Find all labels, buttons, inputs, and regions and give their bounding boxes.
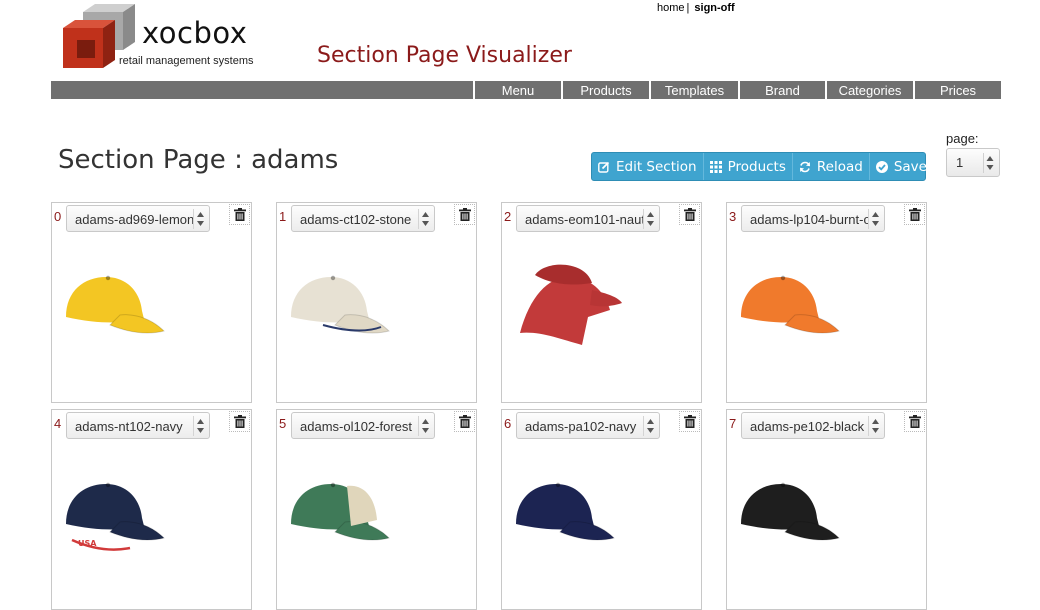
- updown-arrows-icon: [643, 209, 654, 229]
- product-cell: 0 adams-ad969-lemon: [51, 202, 252, 403]
- products-button[interactable]: Products: [702, 153, 792, 180]
- trash-icon: [459, 415, 471, 428]
- edit-icon: [598, 161, 610, 173]
- cap-orange-icon: [741, 275, 840, 334]
- delete-button[interactable]: [454, 411, 475, 432]
- delete-button[interactable]: [904, 204, 925, 225]
- brand-logo[interactable]: xocbox retail management systems: [58, 0, 288, 72]
- cell-index: 0: [54, 209, 62, 224]
- updown-arrows-icon: [418, 209, 429, 229]
- product-select-value: adams-lp104-burnt-orange: [750, 212, 868, 227]
- updown-arrows-icon: [868, 209, 879, 229]
- product-select-value: adams-ad969-lemon: [75, 212, 193, 227]
- cap-stone-icon: [291, 275, 390, 334]
- trash-icon: [684, 415, 696, 428]
- save-label: Save: [893, 158, 927, 175]
- updown-arrows-icon: [983, 153, 994, 173]
- main-nav: Menu Products Templates Brand Categories…: [51, 81, 1001, 99]
- product-cell: 3 adams-lp104-burnt-orange: [726, 202, 927, 403]
- product-select-value: adams-ol102-forest: [300, 419, 412, 434]
- home-link[interactable]: home: [657, 2, 685, 14]
- edit-section-label: Edit Section: [616, 158, 697, 175]
- nav-brand[interactable]: Brand: [738, 81, 825, 99]
- cap-yellow-icon: [66, 275, 165, 334]
- delete-button[interactable]: [454, 204, 475, 225]
- signoff-link[interactable]: sign-off: [694, 2, 734, 14]
- page-select[interactable]: 1: [946, 148, 1000, 177]
- cap-navy-icon: [516, 482, 615, 541]
- products-label: Products: [727, 158, 786, 175]
- trash-icon: [909, 208, 921, 221]
- delete-button[interactable]: [679, 411, 700, 432]
- product-select[interactable]: adams-lp104-burnt-orange: [741, 205, 885, 232]
- nav-templates[interactable]: Templates: [649, 81, 738, 99]
- cap-green-trucker-icon: [291, 482, 390, 541]
- cap-navy-usa-icon: USA: [66, 482, 165, 551]
- trash-icon: [684, 208, 696, 221]
- updown-arrows-icon: [418, 416, 429, 436]
- grid-icon: [709, 160, 722, 173]
- updown-arrows-icon: [643, 416, 654, 436]
- product-select-value: adams-pe102-black: [750, 419, 865, 434]
- reload-button[interactable]: Reload: [791, 153, 869, 180]
- delete-button[interactable]: [679, 204, 700, 225]
- updown-arrows-icon: [193, 209, 204, 229]
- reload-label: Reload: [816, 158, 863, 175]
- refresh-icon: [799, 161, 810, 172]
- svg-text:USA: USA: [78, 539, 97, 548]
- product-cell: 5 adams-ol102-forest: [276, 409, 477, 610]
- section-toolbar: Edit Section Products Reload Save: [591, 152, 927, 181]
- check-circle-icon: [875, 160, 888, 173]
- page-title: Section Page : adams: [58, 145, 339, 175]
- trash-icon: [234, 415, 246, 428]
- product-cell: 1 adams-ct102-stone: [276, 202, 477, 403]
- product-select[interactable]: adams-nt102-navy: [66, 412, 210, 439]
- nav-categories[interactable]: Categories: [825, 81, 913, 99]
- product-select[interactable]: adams-ct102-stone: [291, 205, 435, 232]
- product-cell: 2 adams-eom101-nautical-red: [501, 202, 702, 403]
- brand-tagline: retail management systems: [119, 55, 254, 67]
- product-select-value: adams-nt102-navy: [75, 419, 183, 434]
- trash-icon: [234, 208, 246, 221]
- cap-black-icon: [741, 482, 840, 541]
- app-title: Section Page Visualizer: [317, 43, 572, 68]
- brand-name: xocbox: [142, 16, 248, 50]
- delete-button[interactable]: [904, 411, 925, 432]
- product-select[interactable]: adams-ol102-forest: [291, 412, 435, 439]
- delete-button[interactable]: [229, 204, 250, 225]
- edit-section-button[interactable]: Edit Section: [592, 153, 703, 180]
- cell-index: 7: [729, 416, 737, 431]
- product-cell: 6 adams-pa102-navy: [501, 409, 702, 610]
- updown-arrows-icon: [193, 416, 204, 436]
- cell-index: 1: [279, 209, 287, 224]
- page-label: page:: [946, 131, 979, 146]
- trash-icon: [909, 415, 921, 428]
- product-cell: 4 adams-nt102-navy USA: [51, 409, 252, 610]
- trash-icon: [459, 208, 471, 221]
- page-select-value: 1: [956, 155, 964, 170]
- cell-index: 2: [504, 209, 512, 224]
- nav-prices[interactable]: Prices: [913, 81, 1001, 99]
- nav-menu[interactable]: Menu: [473, 81, 561, 99]
- cell-index: 4: [54, 416, 62, 431]
- updown-arrows-icon: [868, 416, 879, 436]
- cap-red-flap-icon: [520, 264, 622, 345]
- product-select-value: adams-eom101-nautical-red: [525, 212, 643, 227]
- link-separator: |: [686, 2, 690, 14]
- nav-products[interactable]: Products: [561, 81, 649, 99]
- product-select[interactable]: adams-ad969-lemon: [66, 205, 210, 232]
- product-select[interactable]: adams-eom101-nautical-red: [516, 205, 660, 232]
- product-select[interactable]: adams-pe102-black: [741, 412, 885, 439]
- delete-button[interactable]: [229, 411, 250, 432]
- product-select[interactable]: adams-pa102-navy: [516, 412, 660, 439]
- cell-index: 5: [279, 416, 287, 431]
- product-cell: 7 adams-pe102-black: [726, 409, 927, 610]
- cell-index: 3: [729, 209, 737, 224]
- save-button[interactable]: Save: [868, 153, 933, 180]
- product-select-value: adams-pa102-navy: [525, 419, 637, 434]
- product-select-value: adams-ct102-stone: [300, 212, 412, 227]
- top-links: home | sign-off: [657, 2, 735, 14]
- cell-index: 6: [504, 416, 512, 431]
